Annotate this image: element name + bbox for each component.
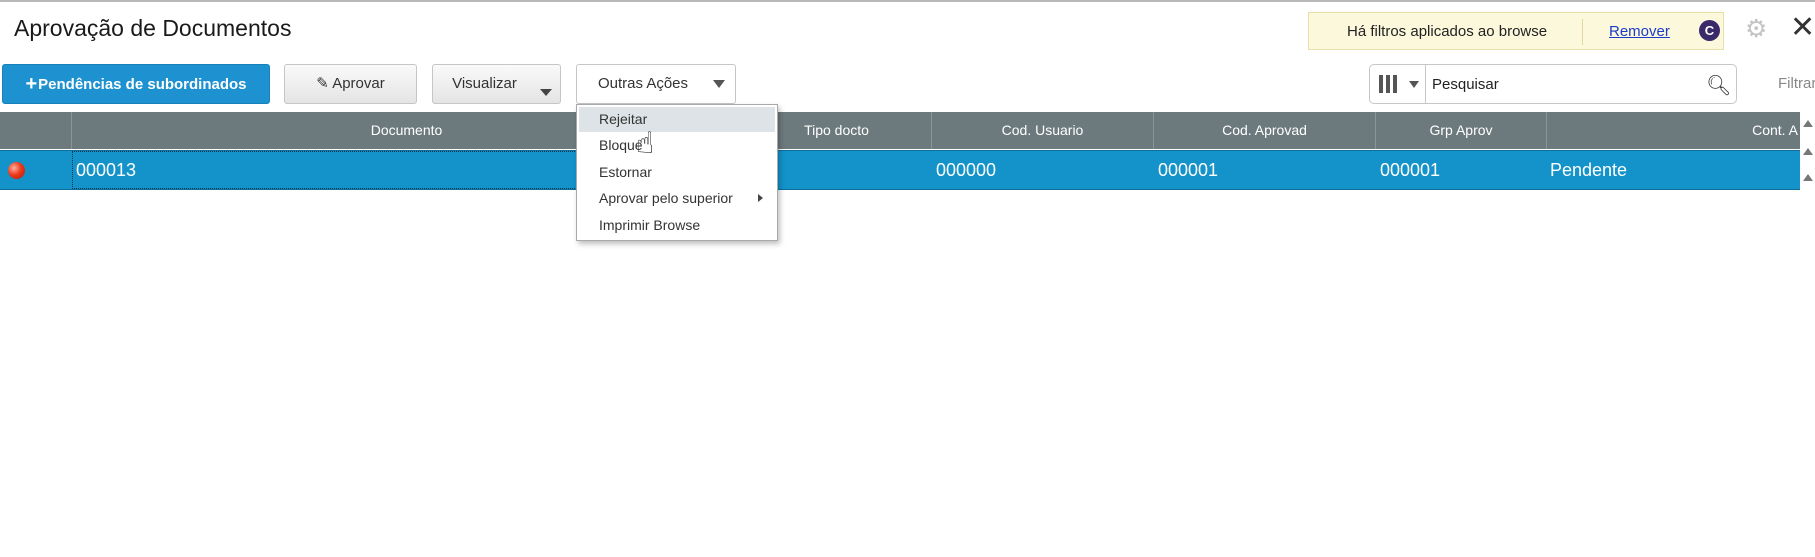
vertical-scrollbar[interactable] bbox=[1800, 112, 1815, 557]
aprovar-button[interactable]: ✎ Aprovar bbox=[284, 64, 417, 104]
cell-situacao: Pendente bbox=[1550, 160, 1628, 180]
close-icon[interactable]: ✕ bbox=[1790, 10, 1815, 45]
menu-item-label: Estornar bbox=[599, 164, 652, 180]
search-input[interactable] bbox=[1430, 66, 1690, 102]
chevron-down-icon bbox=[713, 80, 725, 88]
chevron-down-icon[interactable] bbox=[540, 89, 552, 96]
outras-acoes-label: Outras Ações bbox=[597, 75, 689, 92]
filter-notice-divider bbox=[1582, 19, 1583, 45]
menu-item-label: Rejeitar bbox=[599, 111, 648, 127]
table-row[interactable]: 000013 000000 000001 000001 Pendente bbox=[0, 150, 1800, 190]
page-title: Aprovação de Documentos bbox=[14, 15, 292, 41]
column-header-cont-a[interactable]: Cont. A bbox=[1547, 112, 1800, 149]
cell-cod-usuario: 000000 bbox=[936, 160, 997, 180]
cell-documento: 000013 bbox=[76, 160, 137, 180]
chevron-down-icon bbox=[1409, 81, 1419, 88]
menu-item-bloquear[interactable]: Bloque bbox=[579, 133, 775, 158]
filter-notice-text: Há filtros aplicados ao browse bbox=[1347, 23, 1548, 40]
aprovar-label: Aprovar bbox=[332, 75, 385, 92]
pendencias-label: Pendências de subordinados bbox=[38, 76, 247, 93]
menu-item-aprovar-pelo-superior[interactable]: Aprovar pelo superior bbox=[579, 186, 775, 211]
menu-item-estornar[interactable]: Estornar bbox=[579, 160, 775, 185]
chevron-right-icon bbox=[758, 194, 763, 202]
scroll-top-icon[interactable] bbox=[1803, 120, 1813, 127]
column-header-cod-usuario[interactable]: Cod. Usuario bbox=[932, 112, 1154, 149]
top-border bbox=[0, 0, 1815, 2]
plus-icon: + bbox=[25, 73, 38, 95]
help-icon[interactable]: C bbox=[1699, 20, 1720, 41]
gear-icon[interactable]: ⚙ bbox=[1745, 14, 1767, 44]
menu-item-label: Imprimir Browse bbox=[599, 217, 701, 233]
scroll-up-icon[interactable] bbox=[1803, 174, 1813, 181]
menu-item-imprimir-browse[interactable]: Imprimir Browse bbox=[579, 213, 775, 238]
column-header-grp-aprov[interactable]: Grp Aprov bbox=[1376, 112, 1547, 149]
cell-grp-aprov: 000001 bbox=[1380, 160, 1441, 180]
menu-item-rejeitar[interactable]: Rejeitar bbox=[579, 107, 775, 132]
hand-cursor-icon: ☝ bbox=[636, 127, 655, 160]
outras-acoes-menu: Rejeitar Bloque Estornar Aprovar pelo su… bbox=[576, 104, 778, 241]
status-red-icon bbox=[8, 162, 25, 179]
visualizar-label: Visualizar bbox=[452, 75, 517, 92]
search-box: 🔍︎ bbox=[1369, 64, 1737, 104]
scroll-page-up-icon[interactable] bbox=[1803, 148, 1813, 155]
column-selector[interactable] bbox=[1370, 65, 1426, 103]
pencil-icon: ✎ bbox=[316, 75, 329, 92]
visualizar-button[interactable]: Visualizar bbox=[432, 64, 561, 104]
cell-focus-outline bbox=[72, 151, 579, 189]
grid-header: Documento Tipo docto Cod. Usuario Cod. A… bbox=[0, 112, 1800, 149]
columns-icon bbox=[1379, 75, 1401, 93]
column-header-status bbox=[0, 112, 72, 149]
column-header-cod-aprovad[interactable]: Cod. Aprovad bbox=[1154, 112, 1376, 149]
filtrar-link[interactable]: Filtrar bbox=[1778, 75, 1815, 92]
remove-filters-link[interactable]: Remover bbox=[1609, 23, 1670, 40]
outras-acoes-button[interactable]: Outras Ações bbox=[576, 64, 736, 104]
search-icon[interactable]: 🔍︎ bbox=[1706, 73, 1731, 98]
filter-notice: Há filtros aplicados ao browse Remover bbox=[1308, 12, 1724, 50]
cell-cod-aprovad: 000001 bbox=[1158, 160, 1219, 180]
menu-item-label: Aprovar pelo superior bbox=[599, 190, 733, 206]
pendencias-subordinados-button[interactable]: +Pendências de subordinados bbox=[2, 64, 270, 104]
